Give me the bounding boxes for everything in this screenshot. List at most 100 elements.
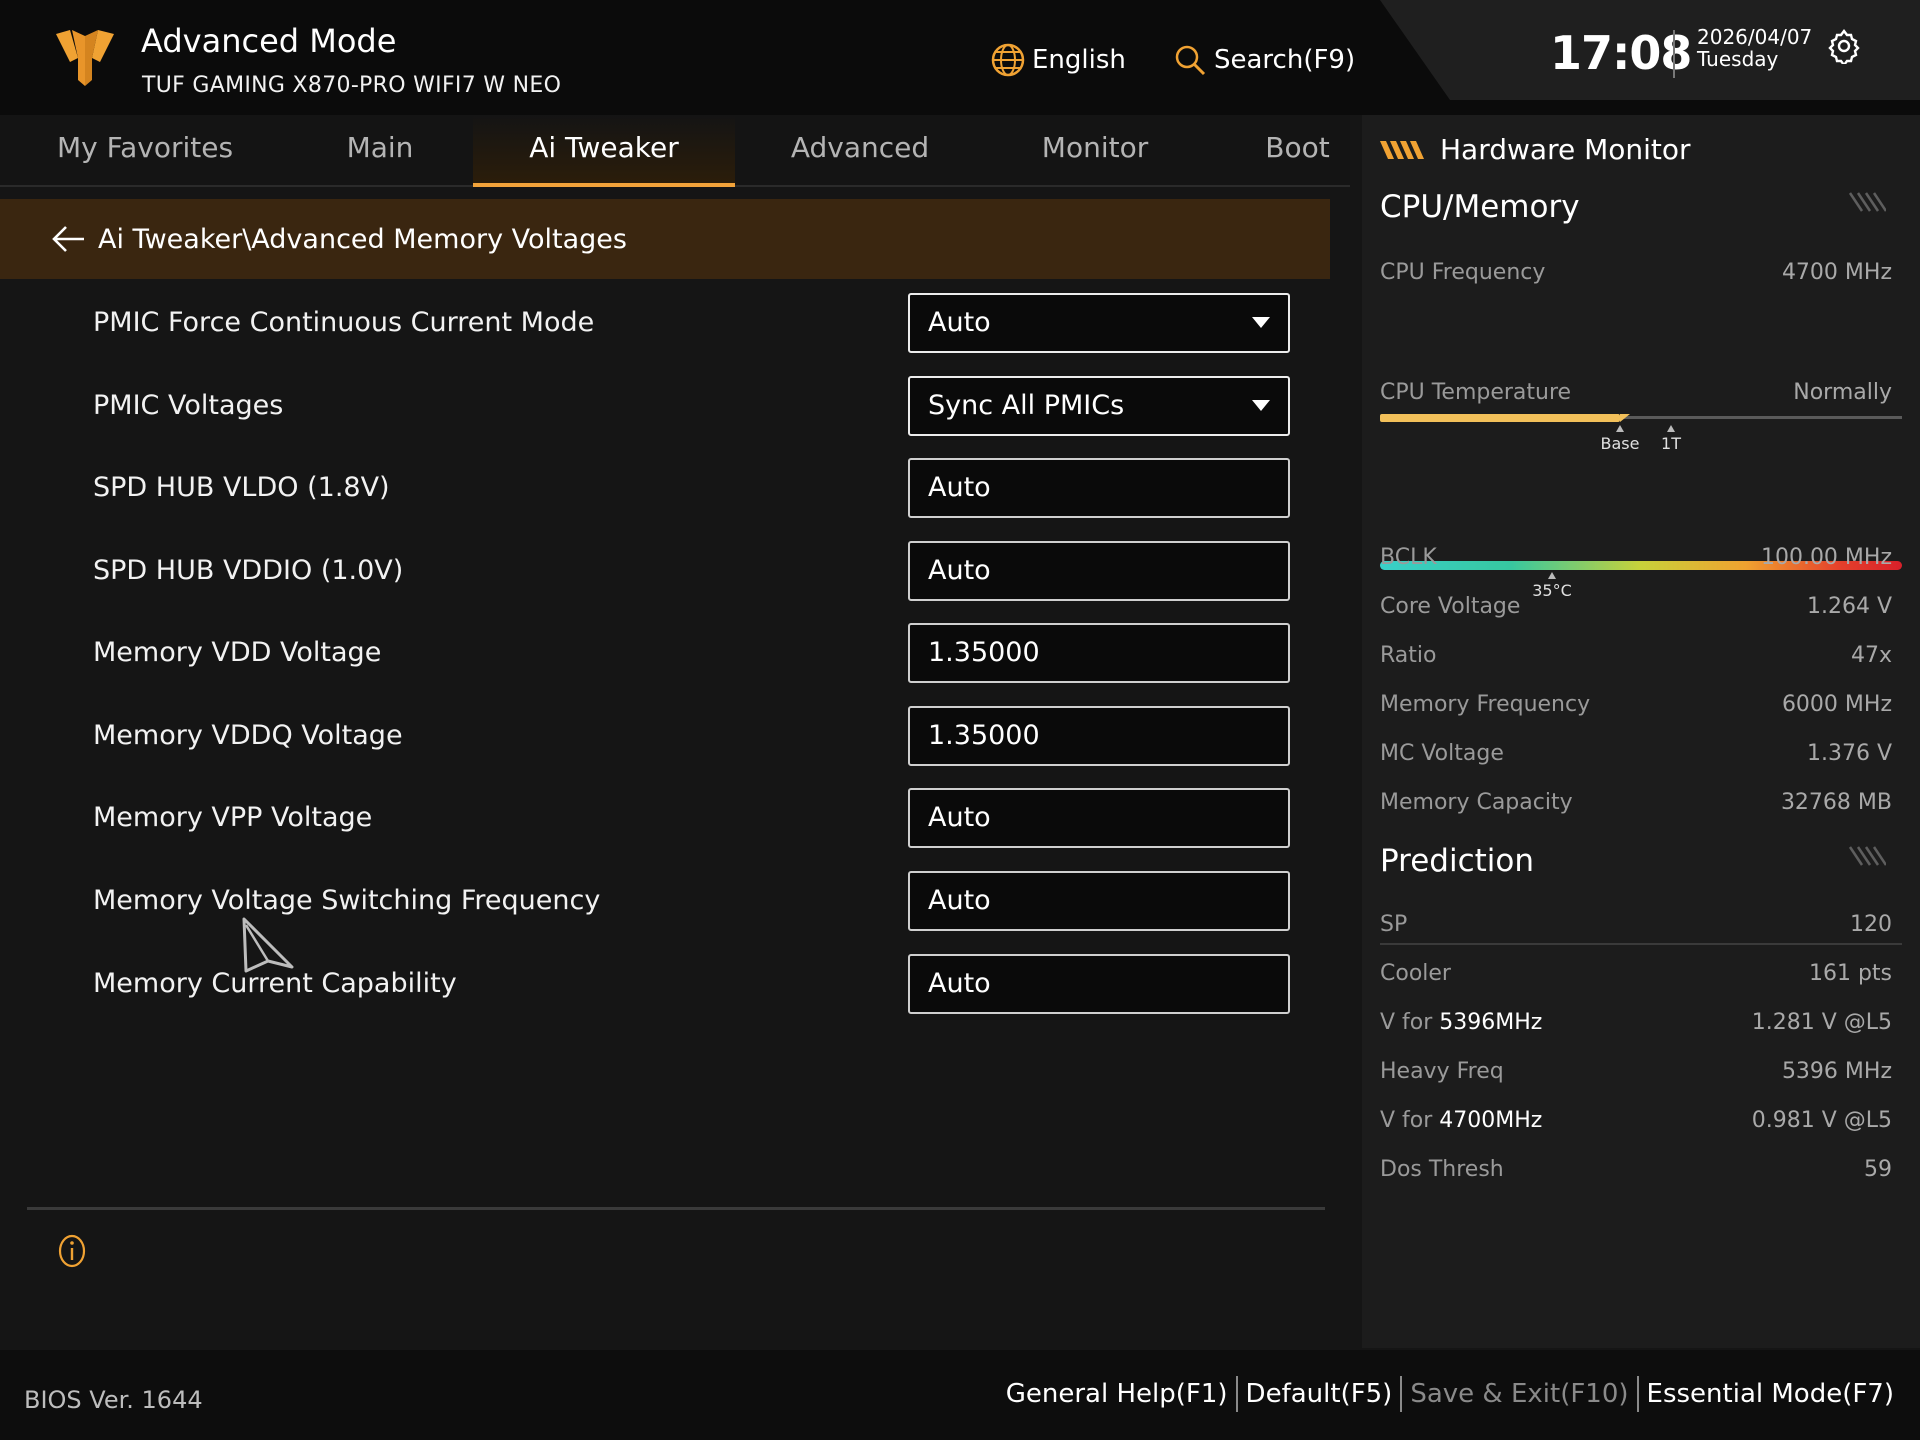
tab-main[interactable]: Main	[300, 115, 460, 187]
spd-hub-vldo-input[interactable]: Auto	[908, 458, 1290, 518]
hw-value: 0.981 V @L5	[1751, 1108, 1892, 1133]
tab-my-favorites[interactable]: My Favorites	[30, 115, 260, 187]
section-stripes-icon	[1848, 192, 1886, 212]
general-help-button[interactable]: General Help(F1)	[998, 1379, 1236, 1409]
prediction-row: Dos Thresh 59	[1380, 1157, 1892, 1189]
setting-row: SPD HUB VDDIO (1.0V) Auto	[0, 539, 1330, 609]
cpu-memory-title: CPU/Memory	[1380, 189, 1580, 225]
language-label: English	[1032, 45, 1126, 75]
hw-label: MC Voltage	[1380, 741, 1504, 766]
hw-label: BCLK	[1380, 545, 1437, 570]
tab-ai-tweaker[interactable]: Ai Tweaker	[473, 115, 735, 187]
setting-label: SPD HUB VDDIO (1.0V)	[93, 555, 404, 586]
hw-label: Heavy Freq	[1380, 1059, 1504, 1084]
setting-row: PMIC Force Continuous Current Mode Auto	[0, 291, 1330, 361]
search-label: Search(F9)	[1214, 45, 1356, 75]
setting-label: Memory VPP Voltage	[93, 802, 373, 833]
spd-hub-vddio-input[interactable]: Auto	[908, 541, 1290, 601]
hw-label-bold: 4700MHz	[1439, 1108, 1543, 1133]
setting-label: SPD HUB VLDO (1.8V)	[93, 472, 390, 503]
hw-label: SP	[1380, 912, 1408, 937]
settings-panel: Ai Tweaker\Advanced Memory Voltages PMIC…	[0, 189, 1350, 1349]
prediction-row: V for 5396MHz 1.281 V @L5	[1380, 1010, 1892, 1042]
hw-label: Core Voltage	[1380, 594, 1521, 619]
tab-advanced[interactable]: Advanced	[770, 115, 950, 187]
setting-row: Memory VDD Voltage 1.35000	[0, 621, 1330, 691]
top-header: Advanced Mode TUF GAMING X870-PRO WIFI7 …	[0, 0, 1920, 115]
setting-label: Memory VDD Voltage	[93, 637, 382, 668]
hw-monitor-stripes-icon	[1380, 140, 1424, 159]
search-button[interactable]: Search(F9)	[1172, 40, 1355, 80]
dropdown-value: Auto	[928, 307, 991, 338]
info-icon	[58, 1234, 86, 1268]
tab-boot[interactable]: Boot	[1245, 115, 1350, 187]
language-button[interactable]: English	[990, 40, 1126, 80]
tab-bar: My Favorites Main Ai Tweaker Advanced Mo…	[0, 115, 1350, 187]
hw-monitor-title: Hardware Monitor	[1440, 133, 1691, 166]
essential-mode-button[interactable]: Essential Mode(F7)	[1639, 1379, 1902, 1409]
base-marker: Base	[1600, 425, 1640, 453]
globe-icon	[991, 43, 1025, 77]
tab-monitor[interactable]: Monitor	[1010, 115, 1180, 187]
hw-label-prefix: V for	[1380, 1108, 1440, 1133]
back-arrow-icon[interactable]	[48, 219, 88, 259]
mouse-cursor-icon	[242, 917, 294, 973]
bios-screen: Advanced Mode TUF GAMING X870-PRO WIFI7 …	[0, 0, 1920, 1440]
hw-label: Memory Capacity	[1380, 790, 1573, 815]
hw-label-bold: 5396MHz	[1439, 1010, 1543, 1035]
hw-value: 120	[1850, 912, 1892, 937]
setting-row: PMIC Voltages Sync All PMICs	[0, 374, 1330, 444]
hw-label: CPU Frequency	[1380, 260, 1546, 285]
hw-value: 59	[1864, 1157, 1892, 1182]
save-exit-button[interactable]: Save & Exit(F10)	[1402, 1379, 1636, 1409]
setting-label: PMIC Voltages	[93, 390, 284, 421]
hw-row: Core Voltage 1.264 V	[1380, 594, 1892, 626]
memory-vdd-voltage-input[interactable]: 1.35000	[908, 623, 1290, 683]
pmic-voltages-dropdown[interactable]: Sync All PMICs	[908, 376, 1290, 436]
hw-row: BCLK 100.00 MHz	[1380, 545, 1892, 577]
prediction-row: SP 120	[1380, 912, 1892, 944]
clock-divider	[1673, 30, 1675, 78]
hw-row: MC Voltage 1.376 V	[1380, 741, 1892, 773]
breadcrumb[interactable]: Ai Tweaker\Advanced Memory Voltages	[0, 199, 1330, 279]
setting-label: PMIC Force Continuous Current Mode	[93, 307, 595, 338]
setting-label: Memory Voltage Switching Frequency	[93, 885, 601, 916]
hw-value: 1.376 V	[1806, 741, 1892, 766]
hw-value: Normally	[1793, 380, 1892, 405]
hw-value: 100.00 MHz	[1760, 545, 1892, 570]
mode-title: Advanced Mode	[141, 22, 397, 60]
1t-marker: 1T	[1656, 425, 1686, 453]
memory-vddq-voltage-input[interactable]: 1.35000	[908, 706, 1290, 766]
hw-value: 6000 MHz	[1781, 692, 1892, 717]
memory-voltage-switching-frequency-input[interactable]: Auto	[908, 871, 1290, 931]
footer-bar: BIOS Ver. 1644 General Help(F1) Default(…	[0, 1350, 1920, 1440]
hw-label: V for 5396MHz	[1380, 1010, 1542, 1035]
hw-label: Memory Frequency	[1380, 692, 1591, 717]
setting-row: SPD HUB VLDO (1.8V) Auto	[0, 456, 1330, 526]
hw-label: Dos Thresh	[1380, 1157, 1504, 1182]
hw-value: 5396 MHz	[1781, 1059, 1892, 1084]
pmic-force-ccm-dropdown[interactable]: Auto	[908, 293, 1290, 353]
setting-row: Memory Voltage Switching Frequency Auto	[0, 869, 1330, 939]
hw-label: Cooler	[1380, 961, 1451, 986]
setting-row: Memory VDDQ Voltage 1.35000	[0, 704, 1330, 774]
prediction-row: Heavy Freq 5396 MHz	[1380, 1059, 1892, 1091]
default-button[interactable]: Default(F5)	[1238, 1379, 1401, 1409]
setting-row: Memory VPP Voltage Auto	[0, 786, 1330, 856]
hw-value: 4700 MHz	[1781, 260, 1892, 285]
gear-icon[interactable]	[1826, 28, 1862, 64]
prediction-row: V for 4700MHz 0.981 V @L5	[1380, 1108, 1892, 1140]
hw-label: CPU Temperature	[1380, 380, 1572, 405]
caret-down-icon	[1252, 317, 1270, 328]
prediction-row: Cooler 161 pts	[1380, 961, 1892, 993]
help-divider	[27, 1207, 1325, 1210]
hw-row: Ratio 47x	[1380, 643, 1892, 675]
memory-vpp-voltage-input[interactable]: Auto	[908, 788, 1290, 848]
caret-down-icon	[1252, 400, 1270, 411]
cpu-frequency-row: CPU Frequency 4700 MHz	[1380, 260, 1892, 292]
bios-version: BIOS Ver. 1644	[24, 1386, 203, 1414]
hw-value: 1.281 V @L5	[1751, 1010, 1892, 1035]
cpu-temperature-row: CPU Temperature Normally	[1380, 380, 1892, 412]
clock: 17:08	[1550, 26, 1692, 80]
memory-current-capability-input[interactable]: Auto	[908, 954, 1290, 1014]
